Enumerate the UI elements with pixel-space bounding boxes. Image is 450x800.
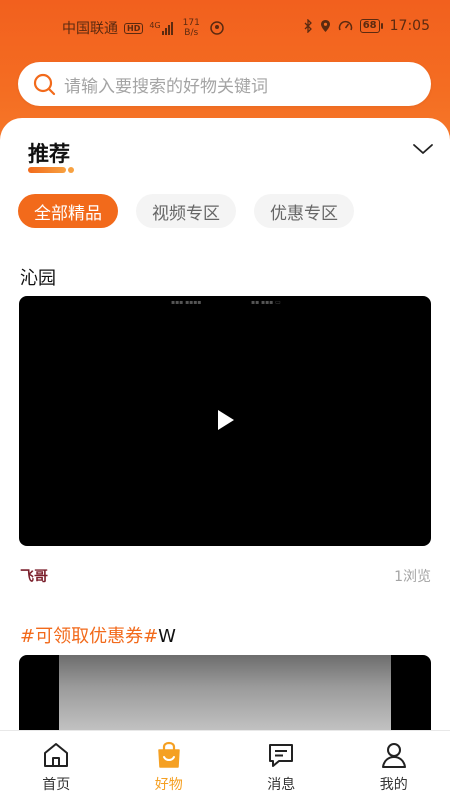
content-card: 推荐 全部精品 视频专区 优惠专区 沁园 ▪▪▪ ▪▪▪▪ ▪▪ ▪▪▪ ▭ 飞… — [0, 118, 450, 730]
tab-video-zone[interactable]: 视频专区 — [136, 194, 236, 228]
shopping-bag-icon — [158, 741, 180, 768]
bottom-nav: 首页 好物 消息 我的 — [0, 730, 450, 800]
nav-label-mine: 我的 — [379, 777, 408, 793]
nav-label-home: 首页 — [42, 777, 71, 793]
video-player[interactable]: ▪▪▪ ▪▪▪▪ ▪▪ ▪▪▪ ▭ — [19, 296, 431, 546]
tab-all-premium[interactable]: 全部精品 — [18, 194, 118, 228]
search-bar[interactable]: 请输入要搜索的好物关键词 — [18, 62, 431, 106]
battery-level: 68 — [359, 19, 380, 33]
section-title: 推荐 — [28, 142, 70, 166]
video-thumbnail — [59, 655, 391, 730]
battery-icon: 68 — [359, 19, 383, 33]
status-bar: 中国联通 HD 4G 171 B/s 68 17:05 — [0, 0, 450, 54]
message-icon — [269, 744, 294, 767]
author-name[interactable]: 飞哥 — [20, 566, 48, 586]
location-icon — [320, 20, 330, 32]
nav-item-messages[interactable]: 消息 — [225, 731, 338, 800]
video-frame-status-left: ▪▪▪ ▪▪▪▪ — [171, 299, 202, 306]
video-frame-status-right: ▪▪ ▪▪▪ ▭ — [251, 299, 281, 306]
nav-item-mine[interactable]: 我的 — [338, 731, 450, 800]
nav-item-goods[interactable]: 好物 — [113, 731, 226, 800]
title-dot — [68, 167, 74, 173]
post-title-suffix: W — [158, 626, 176, 647]
view-count: 1浏览 — [394, 569, 431, 585]
carrier-label: 中国联通 — [62, 21, 118, 37]
nav-label-messages: 消息 — [267, 777, 296, 793]
nav-label-goods: 好物 — [154, 777, 183, 793]
hd-badge: HD — [124, 22, 144, 34]
network-type: 4G — [149, 21, 161, 30]
bluetooth-icon — [304, 19, 312, 33]
tab-discount-zone[interactable]: 优惠专区 — [254, 194, 354, 228]
network-speed: 171 B/s — [182, 18, 200, 38]
search-icon — [33, 73, 56, 96]
title-underline — [28, 167, 66, 173]
speedometer-icon — [338, 20, 352, 31]
nav-item-home[interactable]: 首页 — [0, 731, 113, 800]
post-title-2[interactable]: #可领取优惠券#W — [20, 622, 176, 648]
notification-app-icon — [210, 21, 224, 35]
user-icon — [381, 743, 406, 768]
home-icon — [44, 743, 69, 767]
video-player-2[interactable] — [19, 655, 431, 730]
post-title[interactable]: 沁园 — [20, 264, 56, 290]
search-input[interactable]: 请输入要搜索的好物关键词 — [64, 72, 268, 97]
post-hashtag: #可领取优惠券# — [20, 626, 159, 647]
signal-icon: 4G — [149, 21, 173, 35]
category-tabs: 全部精品 视频专区 优惠专区 — [18, 194, 354, 228]
play-icon[interactable] — [216, 408, 236, 432]
chevron-down-icon[interactable] — [412, 140, 434, 158]
clock: 17:05 — [389, 18, 430, 34]
